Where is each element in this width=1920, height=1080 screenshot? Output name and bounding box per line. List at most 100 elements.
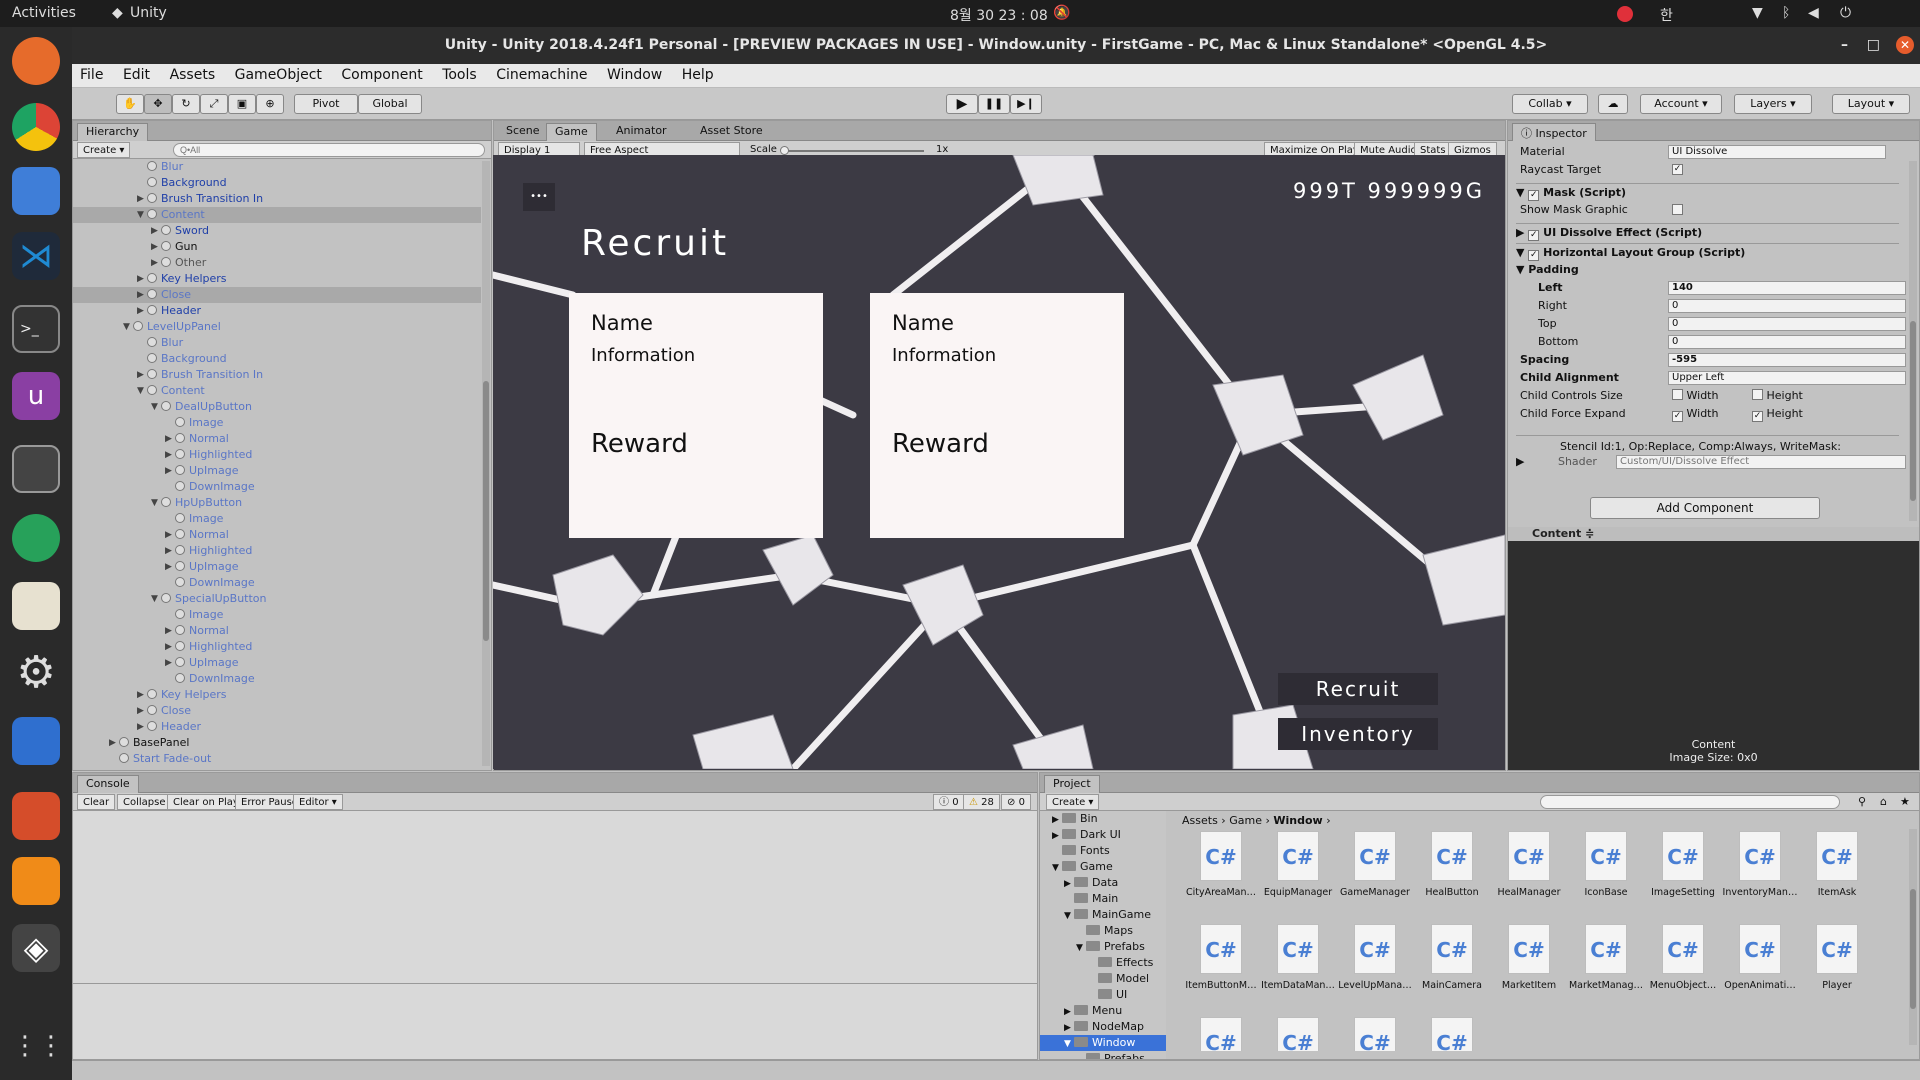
- menu-file[interactable]: File: [72, 64, 111, 86]
- left-field[interactable]: 140: [1668, 281, 1906, 295]
- material-field[interactable]: UI Dissolve: [1668, 145, 1886, 159]
- recruit-card[interactable]: Name Information Reward: [870, 293, 1124, 538]
- alignment-dropdown[interactable]: Upper Left: [1668, 371, 1906, 385]
- menu-edit[interactable]: Edit: [115, 64, 158, 86]
- project-folder[interactable]: Main: [1040, 891, 1166, 907]
- menu-cinemachine[interactable]: Cinemachine: [488, 64, 595, 86]
- volume-icon[interactable]: ◀: [1808, 5, 1819, 21]
- hierarchy-item[interactable]: ▶ Key Helpers: [73, 271, 481, 287]
- expand-width[interactable]: ✓ Width: [1672, 405, 1718, 423]
- move-tool-icon[interactable]: ✥: [144, 94, 172, 114]
- project-folder[interactable]: UI: [1040, 987, 1166, 1003]
- expand-arrow-icon[interactable]: ▶: [151, 239, 161, 255]
- tab-console[interactable]: Console: [77, 775, 139, 793]
- warning-count-toggle[interactable]: ⚠ 28: [963, 794, 1000, 810]
- tab-asset-store[interactable]: Asset Store: [692, 123, 771, 141]
- expand-arrow-icon[interactable]: ▶: [165, 527, 175, 543]
- spacing-field[interactable]: -595: [1668, 353, 1906, 367]
- expand-arrow-icon[interactable]: ▶: [137, 191, 147, 207]
- script-asset[interactable]: C# HealManager: [1490, 831, 1568, 921]
- close-icon[interactable]: ✕: [1896, 36, 1914, 54]
- expand-arrow-icon[interactable]: ▶: [165, 463, 175, 479]
- breadcrumb-window[interactable]: Window: [1273, 814, 1322, 827]
- hierarchy-item[interactable]: Image: [73, 511, 481, 527]
- script-asset[interactable]: C# ItemDataMan…: [1259, 924, 1337, 1014]
- show-apps-icon[interactable]: ⋮⋮⋮: [12, 1022, 90, 1070]
- project-folder[interactable]: Prefabs: [1040, 1051, 1166, 1059]
- script-asset[interactable]: C# EquipManager: [1259, 831, 1337, 921]
- writer-icon[interactable]: [12, 717, 60, 765]
- hierarchy-item[interactable]: ▶ Gun: [73, 239, 481, 255]
- console-clear-button[interactable]: Clear: [77, 794, 116, 810]
- editor-dropdown[interactable]: Editor ▾: [293, 794, 343, 810]
- tab-game[interactable]: Game: [546, 123, 597, 141]
- scale-slider[interactable]: [780, 146, 924, 155]
- script-asset[interactable]: C# ItemButtonM…: [1182, 924, 1260, 1014]
- filter-type-icon[interactable]: ⚲: [1858, 795, 1866, 808]
- account-dropdown[interactable]: Account ▾: [1640, 94, 1722, 114]
- hierarchy-item[interactable]: ▼ LevelUpPanel: [73, 319, 481, 335]
- dissolve-enabled-checkbox[interactable]: ✓: [1528, 230, 1540, 241]
- script-asset[interactable]: C# ImageSetting: [1644, 831, 1722, 921]
- expand-arrow-icon[interactable]: ▼: [151, 495, 161, 511]
- material-stencil-row[interactable]: Stencil Id:1, Op:Replace, Comp:Always, W…: [1516, 435, 1899, 453]
- hierarchy-item[interactable]: ▼ Content: [73, 383, 481, 399]
- minimize-icon[interactable]: –: [1841, 27, 1848, 64]
- game-menu-button[interactable]: •••: [523, 183, 555, 211]
- project-folder[interactable]: Maps: [1040, 923, 1166, 939]
- tab-scene[interactable]: Scene: [498, 123, 548, 141]
- expand-arrow-icon[interactable]: ▶: [165, 639, 175, 655]
- hierarchy-item[interactable]: ▶ Brush Transition In: [73, 367, 481, 383]
- script-asset[interactable]: C# OpenAnimati…: [1721, 924, 1799, 1014]
- ubuntu-software-icon[interactable]: u: [12, 372, 60, 420]
- collab-dropdown[interactable]: Collab ▾: [1512, 94, 1588, 114]
- app-menu[interactable]: Unity: [130, 5, 167, 21]
- hierarchy-item[interactable]: ▶ Normal: [73, 623, 481, 639]
- script-asset[interactable]: C#: [1182, 1017, 1260, 1051]
- settings-icon[interactable]: ⚙: [12, 649, 60, 697]
- hierarchy-item[interactable]: Image: [73, 415, 481, 431]
- console-divider[interactable]: [73, 983, 1037, 984]
- script-asset[interactable]: C# MenuObject…: [1644, 924, 1722, 1014]
- menu-tools[interactable]: Tools: [434, 64, 485, 86]
- project-folder[interactable]: ▼ Game: [1040, 859, 1166, 875]
- favorite-icon[interactable]: ★: [1900, 795, 1910, 808]
- script-asset[interactable]: C#: [1336, 1017, 1414, 1051]
- mask-component-header[interactable]: ▼ ✓ Mask (Script): [1516, 183, 1899, 201]
- info-count-toggle[interactable]: ⓘ 0: [933, 794, 965, 810]
- hierarchy-item[interactable]: ▶ Highlighted: [73, 447, 481, 463]
- expand-arrow-icon[interactable]: ▼: [137, 383, 147, 399]
- transform-tool-icon[interactable]: ⊕: [256, 94, 284, 114]
- menu-assets[interactable]: Assets: [162, 64, 224, 86]
- project-folder[interactable]: ▶ Dark UI: [1040, 827, 1166, 843]
- project-folder[interactable]: ▶ Bin: [1040, 811, 1166, 827]
- hierarchy-scroll-thumb[interactable]: [483, 381, 489, 641]
- screenshot-icon[interactable]: [12, 445, 60, 493]
- layout-dropdown[interactable]: Layout ▾: [1832, 94, 1910, 114]
- hierarchy-item[interactable]: ▶ Normal: [73, 527, 481, 543]
- menu-gameobject[interactable]: GameObject: [227, 64, 330, 86]
- label-icon[interactable]: ⌂: [1880, 795, 1887, 808]
- project-search-input[interactable]: [1540, 795, 1840, 809]
- script-asset[interactable]: C# MarketItem: [1490, 924, 1568, 1014]
- expand-arrow-icon[interactable]: ▶: [165, 623, 175, 639]
- expand-arrow-icon[interactable]: ▼: [137, 207, 147, 223]
- tab-hierarchy[interactable]: Hierarchy: [77, 123, 149, 141]
- expand-arrow-icon[interactable]: ▼: [1076, 940, 1086, 956]
- expand-arrow-icon[interactable]: ▶: [137, 719, 147, 735]
- cloud-icon[interactable]: ☁: [1598, 94, 1628, 114]
- firefox-icon[interactable]: [12, 37, 60, 85]
- expand-arrow-icon[interactable]: ▶: [137, 703, 147, 719]
- project-folder[interactable]: ▼ Window: [1040, 1035, 1166, 1051]
- project-scroll-thumb[interactable]: [1910, 889, 1916, 1009]
- hierarchy-item[interactable]: ▶ Highlighted: [73, 639, 481, 655]
- script-asset[interactable]: C# ItemAsk: [1798, 831, 1876, 921]
- hierarchy-item[interactable]: ▶ Normal: [73, 431, 481, 447]
- expand-arrow-icon[interactable]: ▼: [151, 591, 161, 607]
- global-toggle[interactable]: Global: [358, 94, 422, 114]
- menu-help[interactable]: Help: [674, 64, 722, 86]
- script-asset[interactable]: C# MainCamera: [1413, 924, 1491, 1014]
- expand-arrow-icon[interactable]: ▶: [137, 367, 147, 383]
- hierarchy-item[interactable]: Blur: [73, 159, 481, 175]
- menu-component[interactable]: Component: [333, 64, 430, 86]
